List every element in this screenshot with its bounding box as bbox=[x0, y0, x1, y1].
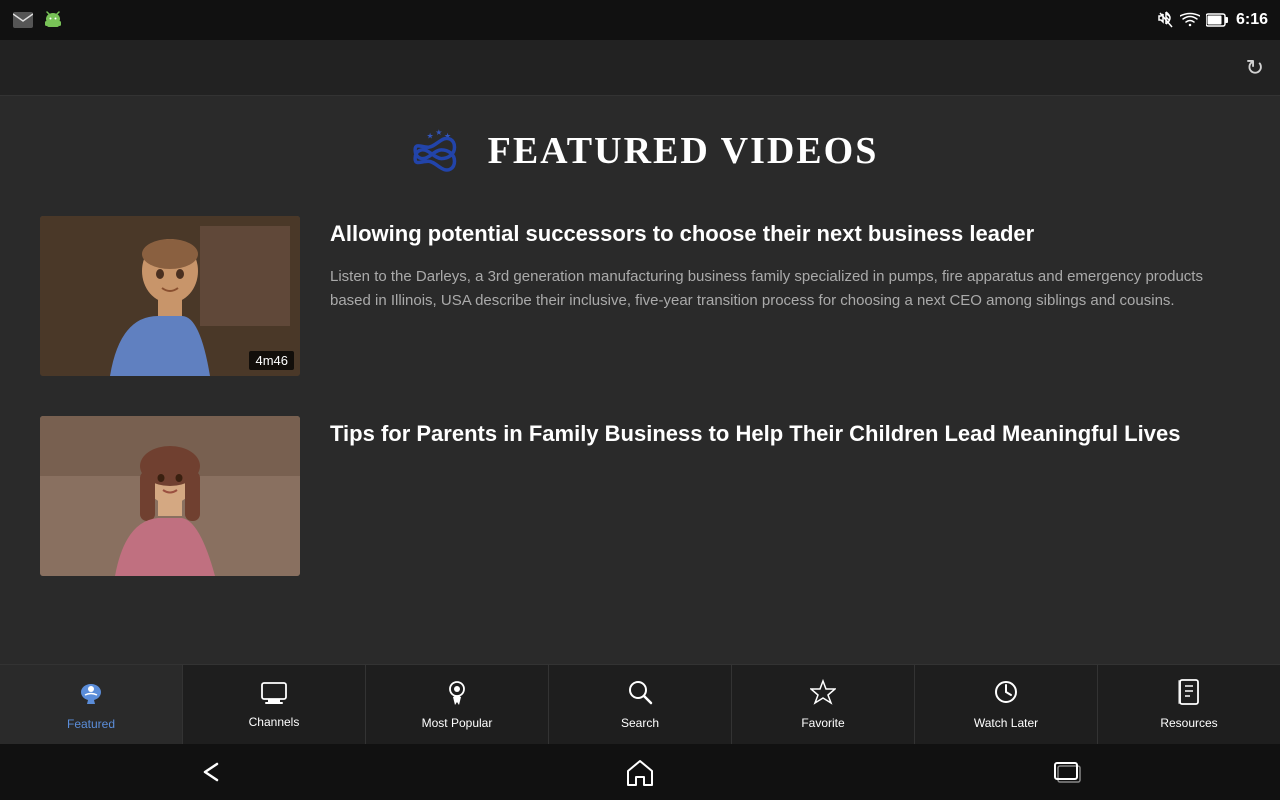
channels-icon bbox=[260, 680, 288, 711]
star-icon bbox=[810, 679, 836, 712]
logo-icon: ★ ★ ★ bbox=[402, 126, 472, 176]
time-display: 6:16 bbox=[1236, 11, 1268, 29]
clock-icon bbox=[993, 679, 1019, 712]
page-header: ★ ★ ★ Featured Videos bbox=[40, 126, 1240, 176]
nav-label-featured: Featured bbox=[67, 717, 115, 731]
back-button[interactable] bbox=[183, 754, 243, 790]
status-left-icons bbox=[12, 9, 64, 31]
top-bar: ↻ bbox=[0, 40, 1280, 96]
video-description-1: Listen to the Darleys, a 3rd generation … bbox=[330, 265, 1240, 313]
bottom-nav: Featured Channels Most Popular bbox=[0, 664, 1280, 744]
nav-label-favorite: Favorite bbox=[801, 716, 844, 730]
search-icon bbox=[627, 679, 653, 712]
nav-label-search: Search bbox=[621, 716, 659, 730]
video-card-2[interactable]: Tips for Parents in Family Business to H… bbox=[40, 416, 1240, 576]
duration-badge-1: 4m46 bbox=[249, 351, 294, 370]
nav-label-resources: Resources bbox=[1160, 716, 1217, 730]
page-title: Featured Videos bbox=[488, 129, 879, 173]
home-button[interactable] bbox=[610, 754, 670, 790]
android-icon bbox=[42, 9, 64, 31]
nav-label-channels: Channels bbox=[249, 715, 300, 729]
thumbnail-bg-2 bbox=[40, 416, 300, 576]
video-card-1[interactable]: 4m46 Allowing potential successors to ch… bbox=[40, 216, 1240, 376]
refresh-button[interactable]: ↻ bbox=[1246, 55, 1264, 81]
recent-button[interactable] bbox=[1037, 754, 1097, 790]
video-title-2: Tips for Parents in Family Business to H… bbox=[330, 420, 1240, 449]
svg-text:★: ★ bbox=[426, 131, 433, 140]
nav-item-search[interactable]: Search bbox=[549, 665, 732, 744]
nav-item-watch-later[interactable]: Watch Later bbox=[915, 665, 1098, 744]
nav-item-channels[interactable]: Channels bbox=[183, 665, 366, 744]
video-title-1: Allowing potential successors to choose … bbox=[330, 220, 1240, 249]
nav-item-favorite[interactable]: Favorite bbox=[732, 665, 915, 744]
android-nav bbox=[0, 744, 1280, 800]
gmail-icon bbox=[12, 9, 34, 31]
popular-icon bbox=[445, 679, 469, 712]
status-bar: 6:16 bbox=[0, 0, 1280, 40]
nav-item-resources[interactable]: Resources bbox=[1098, 665, 1280, 744]
thumbnail-2[interactable] bbox=[40, 416, 300, 576]
featured-icon bbox=[77, 678, 105, 713]
thumbnail-1[interactable]: 4m46 bbox=[40, 216, 300, 376]
main-content: ★ ★ ★ Featured Videos bbox=[0, 96, 1280, 664]
nav-item-popular[interactable]: Most Popular bbox=[366, 665, 549, 744]
nav-label-popular: Most Popular bbox=[422, 716, 493, 730]
nav-label-watch-later: Watch Later bbox=[974, 716, 1038, 730]
video-info-2: Tips for Parents in Family Business to H… bbox=[330, 416, 1240, 465]
video-info-1: Allowing potential successors to choose … bbox=[330, 216, 1240, 313]
nav-item-featured[interactable]: Featured bbox=[0, 665, 183, 744]
status-right-icons: 6:16 bbox=[1158, 11, 1268, 29]
book-icon bbox=[1177, 679, 1201, 712]
svg-text:★: ★ bbox=[435, 128, 442, 137]
